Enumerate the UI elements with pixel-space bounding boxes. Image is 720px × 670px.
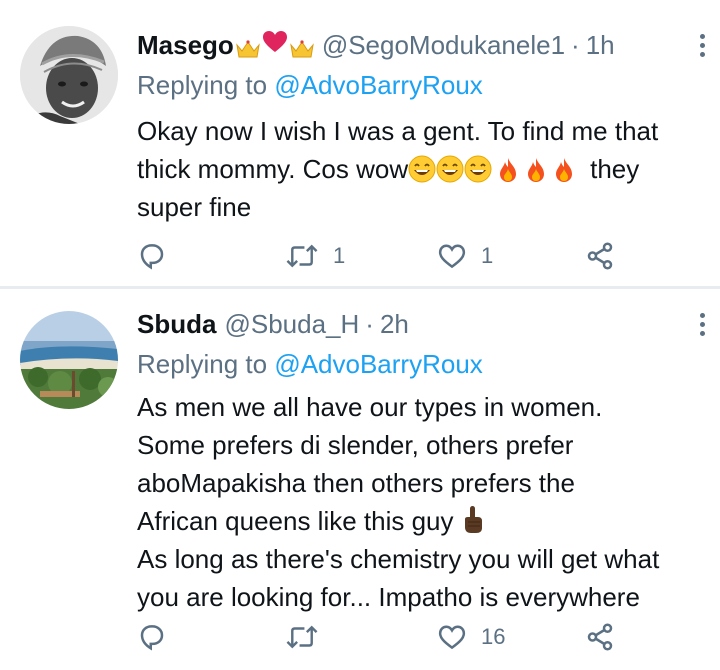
crown-icon <box>236 35 260 58</box>
tweet-text-fragment: they <box>590 154 640 184</box>
heart-icon <box>262 30 288 61</box>
tweet-text-line: aboMapakisha then others prefers the <box>137 468 575 498</box>
avatar[interactable] <box>20 311 118 409</box>
separator-dot: · <box>571 29 580 60</box>
retweet-icon <box>285 241 319 271</box>
reply-button[interactable] <box>137 238 181 274</box>
fire-icon <box>526 155 546 193</box>
pointing-up-icon <box>462 505 484 545</box>
tweet-text-line: As long as there's chemistry you will ge… <box>137 544 660 574</box>
separator-dot: · <box>365 308 374 339</box>
display-name[interactable]: Sbuda <box>137 309 216 340</box>
tweet-text: As men we all have our types in women. S… <box>137 388 715 616</box>
retweet-icon <box>285 622 319 652</box>
replying-to-label: Replying to <box>137 70 268 100</box>
crown-icon <box>290 35 314 58</box>
like-count: 1 <box>481 243 494 268</box>
tweet-text: Okay now I wish I was a gent. To find me… <box>137 112 715 226</box>
fire-icon <box>498 155 518 193</box>
like-count: 16 <box>481 624 506 649</box>
tweet[interactable]: Masego @SegoModukanele1 · 1h Replying to… <box>0 0 720 286</box>
avatar[interactable] <box>20 26 118 124</box>
heart-outline-icon <box>437 241 467 271</box>
user-handle[interactable]: @SegoModukanele1 <box>322 30 565 61</box>
grinning-face-icon <box>408 155 436 193</box>
tweet-text-line: thick mommy. Cos wow they <box>137 150 715 188</box>
replying-to-mention[interactable]: @AdvoBarryRoux <box>274 349 482 379</box>
tweet-actions: 1 1 <box>137 238 637 274</box>
timestamp[interactable]: 1h <box>586 30 615 61</box>
replying-to-label: Replying to <box>137 349 268 379</box>
replying-to-mention[interactable]: @AdvoBarryRoux <box>274 70 482 100</box>
replying-to: Replying to @AdvoBarryRoux <box>137 70 483 101</box>
tweet-header: Masego @SegoModukanele1 · 1h <box>137 28 615 62</box>
tweet-text-fragment: African queens like this guy <box>137 506 454 536</box>
tweet-text-fragment: thick mommy. Cos wow <box>137 154 409 184</box>
replying-to: Replying to @AdvoBarryRoux <box>137 349 483 380</box>
tweet-actions: 16 <box>137 619 637 655</box>
tweet-text-line: African queens like this guy <box>137 502 715 540</box>
grinning-face-icon <box>464 155 492 193</box>
share-icon <box>585 241 615 271</box>
share-button[interactable] <box>585 619 615 655</box>
like-button[interactable]: 16 <box>437 619 505 655</box>
retweet-button[interactable]: 1 <box>285 238 345 274</box>
grinning-face-icon <box>436 155 464 193</box>
fire-icon <box>554 155 574 193</box>
heart-outline-icon <box>437 622 467 652</box>
retweet-button[interactable] <box>285 619 333 655</box>
retweet-count: 1 <box>333 243 346 268</box>
timestamp[interactable]: 2h <box>380 309 409 340</box>
more-options-icon[interactable] <box>696 313 708 336</box>
tweet-text-line: Some prefers di slender, others prefer <box>137 430 574 460</box>
like-button[interactable]: 1 <box>437 238 493 274</box>
reply-button[interactable] <box>137 619 181 655</box>
tweet-text-line: As men we all have our types in women. <box>137 392 603 422</box>
share-icon <box>585 622 615 652</box>
reply-icon <box>137 622 167 652</box>
tweet[interactable]: Sbuda @Sbuda_H · 2h Replying to @AdvoBar… <box>0 289 720 670</box>
tweet-header: Sbuda @Sbuda_H · 2h <box>137 307 409 341</box>
share-button[interactable] <box>585 238 615 274</box>
display-name[interactable]: Masego <box>137 30 234 61</box>
user-handle[interactable]: @Sbuda_H <box>224 309 359 340</box>
tweet-text-line: super fine <box>137 192 252 222</box>
more-options-icon[interactable] <box>696 34 708 57</box>
tweet-text-line: Okay now I wish I was a gent. To find me… <box>137 116 659 146</box>
reply-icon <box>137 241 167 271</box>
tweet-text-line: you are looking for... Impatho is everyw… <box>137 582 640 612</box>
